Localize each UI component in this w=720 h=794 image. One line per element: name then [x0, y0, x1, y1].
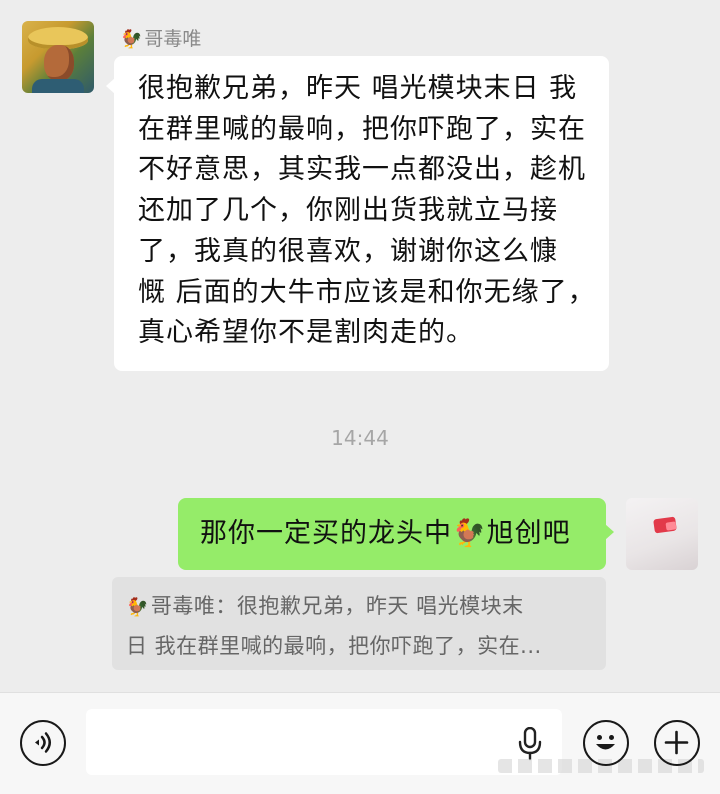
- message-line: 真心希望你不是割肉走的。: [138, 317, 474, 349]
- my-avatar[interactable]: [626, 498, 698, 570]
- message-input[interactable]: [86, 709, 562, 775]
- rooster-emoji-icon: 🐓: [120, 29, 143, 50]
- outgoing-message-bubble[interactable]: 那你一定买的龙头中🐓旭创吧: [178, 498, 614, 570]
- quoted-message[interactable]: 🐓哥毒唯：很抱歉兄弟，昨天 唱光模块末 日 我在群里喊的最响，把你吓跑了，实在.…: [112, 577, 606, 670]
- rooster-emoji-icon: 🐓: [126, 597, 149, 618]
- quote-line-1: 🐓哥毒唯：很抱歉兄弟，昨天 唱光模块末: [126, 587, 592, 627]
- message-line: 慨 后面的大牛市应该是和你无缘了，: [138, 276, 596, 308]
- chat-area: 🐓 哥毒唯 很抱歉兄弟，昨天 唱光模块末日 我 在群里喊的最响，把你吓跑了，实在 …: [0, 0, 720, 692]
- contact-avatar[interactable]: [22, 21, 94, 93]
- sender-name: 🐓 哥毒唯: [120, 26, 201, 52]
- message-line: 了，我真的很喜欢，谢谢你这么慷: [138, 235, 558, 267]
- message-line: 还加了几个，你刚出货我就立马接: [138, 195, 558, 227]
- emoji-icon[interactable]: [583, 720, 629, 766]
- message-line: 不好意思，其实我一点都没出，趁机: [138, 154, 586, 186]
- message-timestamp: 14:44: [331, 426, 389, 450]
- sender-name-text: 哥毒唯: [144, 28, 202, 50]
- outgoing-text-part1: 那你一定买的龙头中: [200, 518, 452, 549]
- outgoing-text-part2: 旭创吧: [486, 518, 571, 549]
- voice-icon[interactable]: [20, 720, 66, 766]
- message-line: 很抱歉兄弟，昨天 唱光模块末日 我: [138, 73, 578, 104]
- incoming-message-bubble[interactable]: 很抱歉兄弟，昨天 唱光模块末日 我 在群里喊的最响，把你吓跑了，实在 不好意思，…: [106, 56, 609, 371]
- quote-text-2: 日 我在群里喊的最响，把你吓跑了，实在...: [126, 634, 542, 658]
- message-line: 在群里喊的最响，把你吓跑了，实在: [138, 113, 586, 145]
- quote-text-1: 哥毒唯：很抱歉兄弟，昨天 唱光模块末: [150, 594, 524, 618]
- rooster-emoji-icon: 🐓: [452, 518, 487, 549]
- microphone-icon[interactable]: [516, 727, 544, 761]
- plus-icon[interactable]: [654, 720, 700, 766]
- input-bar: [0, 692, 720, 794]
